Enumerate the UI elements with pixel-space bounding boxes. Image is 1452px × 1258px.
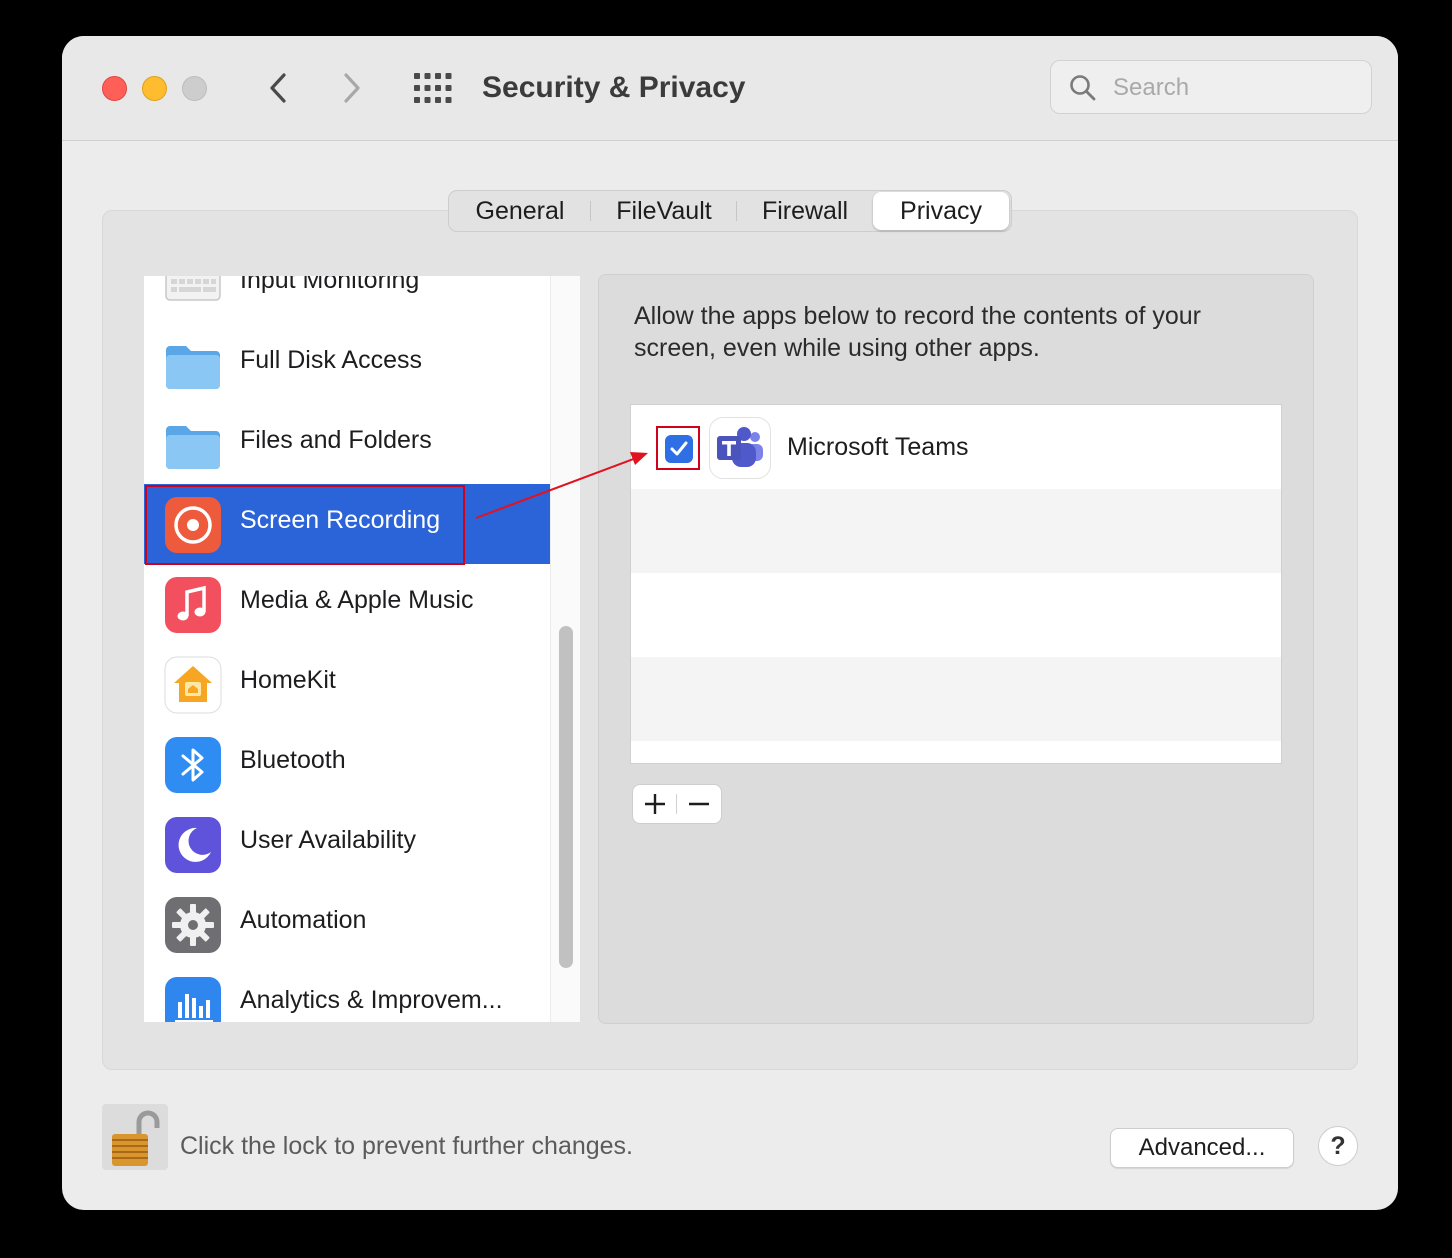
tab-privacy[interactable]: Privacy [873, 192, 1009, 230]
gear-icon [165, 897, 221, 953]
scrollbar-thumb[interactable] [559, 626, 573, 968]
grid-icon [414, 73, 452, 103]
tab-firewall[interactable]: Firewall [737, 191, 873, 231]
sidebar-item-label: Bluetooth [240, 746, 346, 774]
app-list[interactable]: Microsoft Teams [630, 404, 1282, 764]
sidebar-item-label: HomeKit [240, 666, 336, 694]
sidebar-item-bluetooth[interactable]: Bluetooth [144, 724, 550, 804]
annotation-highlight-checkbox [656, 426, 700, 470]
minimize-window-button[interactable] [142, 76, 167, 101]
sidebar-item-label: Media & Apple Music [240, 586, 474, 614]
empty-row [631, 573, 1281, 657]
chevron-right-icon [344, 73, 360, 103]
empty-row [631, 657, 1281, 741]
privacy-category-list[interactable]: Input Monitoring Full Disk Access Files … [144, 276, 580, 1022]
sidebar-item-input-monitoring[interactable]: Input Monitoring [144, 276, 550, 324]
help-button[interactable]: ? [1318, 1126, 1358, 1166]
sidebar-item-files-and-folders[interactable]: Files and Folders [144, 404, 550, 484]
sidebar-scrollbar[interactable] [550, 276, 580, 1022]
sidebar-item-user-availability[interactable]: User Availability [144, 804, 550, 884]
close-window-button[interactable] [102, 76, 127, 101]
sidebar-item-media-apple-music[interactable]: Media & Apple Music [144, 564, 550, 644]
lock-status-text: Click the lock to prevent further change… [180, 1132, 634, 1160]
zoom-window-button[interactable] [182, 76, 207, 101]
minus-icon [689, 802, 709, 806]
show-all-button[interactable] [414, 73, 452, 103]
add-remove-control [632, 784, 722, 824]
list-item[interactable]: Microsoft Teams [631, 405, 1281, 489]
music-icon [165, 577, 221, 633]
back-button[interactable] [258, 68, 298, 108]
unlocked-padlock-icon [102, 1104, 168, 1170]
sidebar-item-label: Input Monitoring [240, 276, 420, 294]
moon-icon [165, 817, 221, 873]
analytics-icon [165, 977, 221, 1022]
teams-app-icon [709, 417, 771, 479]
sidebar-item-automation[interactable]: Automation [144, 884, 550, 964]
sidebar-item-label: Full Disk Access [240, 346, 422, 374]
search-field[interactable] [1050, 60, 1372, 114]
plus-icon [645, 794, 665, 814]
folder-icon [166, 346, 220, 389]
sidebar-item-label: Analytics & Improvem... [240, 986, 503, 1014]
bluetooth-icon [165, 737, 221, 793]
pane-description: Allow the apps below to record the conte… [634, 302, 1201, 362]
lock-button[interactable] [102, 1104, 168, 1170]
title-bar: Security & Privacy [62, 36, 1398, 141]
sidebar-item-full-disk-access[interactable]: Full Disk Access [144, 324, 550, 404]
annotation-highlight-screen-recording [145, 485, 465, 565]
folder-icon [166, 426, 220, 469]
app-name: Microsoft Teams [787, 433, 969, 461]
tab-bar: General FileVault Firewall Privacy [448, 190, 1012, 232]
chevron-left-icon [270, 73, 286, 103]
keyboard-icon [165, 276, 221, 301]
tab-general[interactable]: General [449, 191, 591, 231]
home-icon [164, 656, 222, 714]
advanced-button[interactable]: Advanced... [1110, 1128, 1294, 1168]
sidebar-item-label: User Availability [240, 826, 417, 854]
remove-app-button[interactable] [677, 785, 721, 823]
forward-button[interactable] [332, 68, 372, 108]
empty-row [631, 489, 1281, 573]
add-app-button[interactable] [633, 785, 677, 823]
search-input[interactable] [1111, 69, 1355, 107]
sidebar-item-label: Automation [240, 906, 367, 934]
sidebar-item-analytics[interactable]: Analytics & Improvem... [144, 964, 550, 1022]
tab-filevault[interactable]: FileVault [591, 191, 737, 231]
sidebar-item-label: Files and Folders [240, 426, 432, 454]
sidebar-item-homekit[interactable]: HomeKit [144, 644, 550, 724]
teams-icon [717, 427, 763, 467]
window-title: Security & Privacy [482, 71, 746, 104]
security-privacy-window: Security & Privacy General FileVault Fir… [62, 36, 1398, 1210]
search-icon [1070, 75, 1096, 101]
